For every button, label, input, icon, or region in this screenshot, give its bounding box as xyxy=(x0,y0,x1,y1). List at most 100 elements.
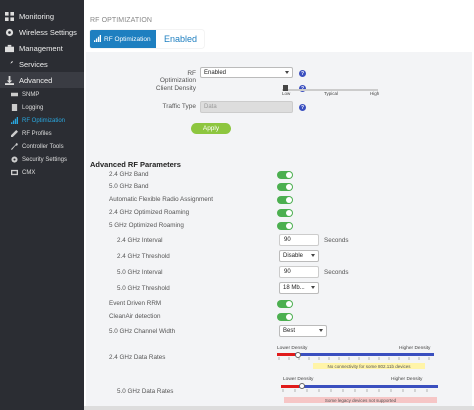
toggle-cleanair[interactable] xyxy=(277,313,293,321)
signal-icon xyxy=(10,117,18,125)
sidebar-item-rf-optimization[interactable]: RF Optimization xyxy=(0,114,84,127)
shield-icon xyxy=(10,156,18,164)
sidebar-item-cmx[interactable]: CMX xyxy=(0,166,84,179)
rates-24-higher-label: Higher Density xyxy=(399,346,431,351)
toggle-knob xyxy=(286,210,292,216)
tools-icon xyxy=(10,143,18,151)
sub-label: Security Settings xyxy=(22,156,68,163)
threshold-50-label: 5.0 GHz Threshold xyxy=(117,285,170,292)
rf-status-value: Enabled xyxy=(156,30,198,48)
rf-optimization-value: Enabled xyxy=(204,69,227,76)
toggle-label: 5 GHz Optimized Roaming xyxy=(109,222,184,229)
toggle-knob xyxy=(286,223,292,229)
threshold-50-select[interactable]: 18 Mb... xyxy=(279,282,319,294)
chevron-down-icon xyxy=(319,329,323,332)
briefcase-icon xyxy=(4,43,14,53)
log-icon xyxy=(10,104,18,112)
rf-status-label-box: RF Optimization xyxy=(90,30,156,48)
download-icon xyxy=(4,75,14,85)
density-typical-label: Typical xyxy=(324,91,339,96)
rf-optimization-select[interactable]: Enabled xyxy=(200,67,293,78)
toggle-knob xyxy=(286,184,292,190)
interval-50-input[interactable]: 90 xyxy=(279,266,319,278)
horizontal-scrollbar[interactable] xyxy=(84,406,474,410)
toggle-knob xyxy=(286,172,292,178)
toggle-event-rrm[interactable] xyxy=(277,300,293,308)
help-icon[interactable]: ? xyxy=(299,104,306,111)
rates-24-label: 2.4 GHz Data Rates xyxy=(109,354,166,361)
sub-label: RF Optimization xyxy=(22,117,66,124)
sub-label: Logging xyxy=(22,104,44,111)
dashboard-icon xyxy=(4,11,14,21)
sub-label: CMX xyxy=(22,169,36,176)
apply-button[interactable]: Apply xyxy=(191,123,231,134)
rates-50-ticks xyxy=(282,389,428,392)
traffic-type-label: Traffic Type xyxy=(162,103,196,110)
sidebar-item-snmp[interactable]: SNMP xyxy=(0,88,84,101)
nav-wireless-settings[interactable]: Wireless Settings xyxy=(0,24,84,40)
interval-24-input[interactable]: 90 xyxy=(279,234,319,246)
sidebar-item-logging[interactable]: Logging xyxy=(0,101,84,114)
toggle-flexible-radio[interactable] xyxy=(277,196,293,204)
sub-label: RF Profiles xyxy=(22,130,52,137)
threshold-24-select[interactable]: Disable xyxy=(279,250,319,262)
toggle-label: 2.4 GHz Optimized Roaming xyxy=(109,209,190,216)
nav-label: Wireless Settings xyxy=(19,27,77,37)
nav-monitoring[interactable]: Monitoring xyxy=(0,8,84,24)
channel-width-label: 5.0 GHz Channel Width xyxy=(109,328,176,335)
sidebar-item-security-settings[interactable]: Security Settings xyxy=(0,153,84,166)
rates-50-warning: Some legacy devices not supported xyxy=(284,397,437,403)
wrench-icon xyxy=(4,59,14,69)
channel-width-value: Best xyxy=(283,328,296,334)
rates-50-lower-label: Lower Density xyxy=(283,377,314,382)
toggle-knob xyxy=(286,301,292,307)
threshold-50-value: 18 Mb... xyxy=(283,285,305,291)
rates-24-lower-label: Lower Density xyxy=(277,346,308,351)
rates-24-warning: No connectivity for some 802.11b devices xyxy=(313,363,425,369)
sub-label: SNMP xyxy=(22,91,40,98)
page-title: RF OPTIMIZATION xyxy=(90,17,153,24)
client-density-label: Client Density xyxy=(155,85,196,92)
nav-label: Management xyxy=(19,43,63,53)
help-icon[interactable]: ? xyxy=(299,70,306,77)
density-high-label: High xyxy=(370,91,380,96)
profile-icon xyxy=(10,130,18,138)
interval-24-unit: Seconds xyxy=(324,237,349,244)
rf-status-header: RF Optimization Enabled xyxy=(90,30,204,48)
nav-services[interactable]: Services xyxy=(0,56,84,72)
rf-settings-panel: RF Optimization Enabled ? Client Density… xyxy=(86,52,472,408)
sidebar: Monitoring Wireless Settings Management … xyxy=(0,0,84,410)
nav-advanced[interactable]: Advanced xyxy=(0,72,84,88)
toggle-label: Automatic Flexible Radio Assignment xyxy=(109,196,213,203)
density-low-label: Low xyxy=(282,91,291,96)
interval-24-label: 2.4 GHz Interval xyxy=(117,237,163,244)
interval-50-label: 5.0 GHz Interval xyxy=(117,269,163,276)
toggle-24ghz-roaming[interactable] xyxy=(277,209,293,217)
toggle-label: 2.4 GHz Band xyxy=(109,171,149,178)
channel-width-select[interactable]: Best xyxy=(279,325,327,337)
rf-optimization-label: RF Optimization xyxy=(159,70,196,84)
threshold-24-label: 2.4 GHz Threshold xyxy=(117,253,170,260)
gear-icon xyxy=(4,27,14,37)
event-rrm-label: Event Driven RRM xyxy=(109,300,162,307)
sidebar-item-controller-tools[interactable]: Controller Tools xyxy=(0,140,84,153)
toggle-24ghz-band[interactable] xyxy=(277,171,293,179)
nav-label: Services xyxy=(19,59,48,69)
rates-50-higher-label: Higher Density xyxy=(391,377,423,382)
sidebar-item-rf-profiles[interactable]: RF Profiles xyxy=(0,127,84,140)
chevron-down-icon xyxy=(311,254,315,257)
toggle-label: 5.0 GHz Band xyxy=(109,183,149,190)
toggle-50ghz-band[interactable] xyxy=(277,183,293,191)
advanced-rf-title: Advanced RF Parameters xyxy=(90,160,181,169)
interval-50-unit: Seconds xyxy=(324,269,349,276)
nav-label: Advanced xyxy=(19,75,53,85)
cmx-icon xyxy=(10,169,18,177)
toggle-knob xyxy=(286,314,292,320)
snmp-icon xyxy=(10,91,18,99)
toggle-5ghz-roaming[interactable] xyxy=(277,222,293,230)
toggle-knob xyxy=(286,197,292,203)
rates-24-ticks xyxy=(278,357,430,360)
nav-management[interactable]: Management xyxy=(0,40,84,56)
chevron-down-icon xyxy=(311,286,315,289)
